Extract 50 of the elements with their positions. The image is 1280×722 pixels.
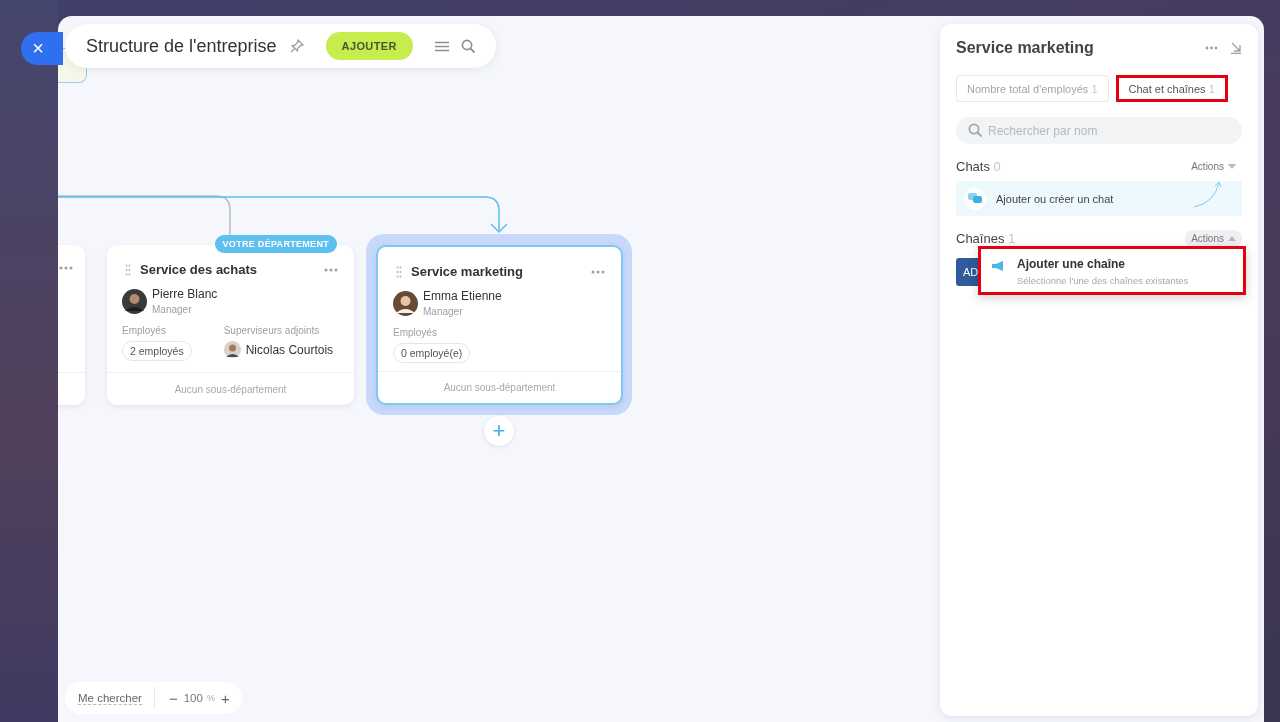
page-title: Structure de l'entreprise bbox=[86, 35, 277, 57]
person-role: Manager bbox=[423, 306, 464, 317]
subdepartment-note: Aucun sous-département bbox=[174, 383, 287, 395]
person-role: Manager bbox=[152, 304, 193, 315]
person-name[interactable]: Nicolas Courtois bbox=[245, 342, 334, 357]
deputies-label: Superviseurs adjoints bbox=[223, 325, 320, 336]
department-badge: VOTRE DÉPARTEMENT bbox=[214, 235, 337, 253]
more-icon[interactable] bbox=[324, 267, 338, 272]
find-me-link[interactable]: Me chercher bbox=[78, 691, 142, 705]
department-name: Service marketing bbox=[411, 264, 524, 279]
employees-label: Employés bbox=[393, 327, 437, 338]
search-icon bbox=[968, 123, 983, 138]
avatar bbox=[393, 290, 418, 316]
megaphone-icon bbox=[992, 261, 1005, 271]
department-name: Service des achats bbox=[140, 262, 259, 277]
pin-icon[interactable] bbox=[288, 38, 305, 54]
more-icon[interactable] bbox=[591, 269, 605, 274]
avatar bbox=[122, 288, 147, 314]
search-icon[interactable] bbox=[460, 38, 476, 54]
avatar bbox=[223, 341, 241, 358]
collapse-icon[interactable] bbox=[1230, 42, 1242, 54]
actions-dropdown[interactable]: Actions bbox=[1185, 158, 1242, 175]
subdepartment-note: Aucun sous-département bbox=[443, 381, 556, 393]
hint-arrow bbox=[1192, 179, 1224, 209]
drag-handle-icon[interactable] bbox=[125, 263, 131, 276]
menu-item[interactable]: Ajouter une chaîne Sélectionne l'une des chaînes existantes bbox=[978, 246, 1246, 295]
menu-item-description: Sélectionne l'une des chaînes existantes bbox=[1017, 275, 1189, 286]
drag-handle-icon[interactable] bbox=[396, 265, 402, 278]
add-chat-item[interactable]: Ajouter ou créer un chat bbox=[956, 181, 1242, 216]
zoom-value: 100 bbox=[183, 692, 203, 704]
person-name[interactable]: Pierre Blanc bbox=[152, 287, 218, 301]
search-field[interactable]: Rechercher par nom bbox=[956, 117, 1242, 144]
zoom-in-button[interactable]: + bbox=[218, 689, 232, 707]
more-icon[interactable] bbox=[1205, 46, 1218, 50]
chat-icon bbox=[964, 187, 986, 210]
section-title: Chats 0 bbox=[956, 159, 1001, 174]
zoom-unit: % bbox=[206, 693, 215, 703]
zoom-out-button[interactable]: − bbox=[166, 689, 180, 707]
section-title: Chaînes 1 bbox=[956, 231, 1016, 246]
employees-label: Employés bbox=[122, 325, 166, 336]
caret-icon bbox=[1228, 236, 1236, 241]
more-icon[interactable] bbox=[59, 266, 73, 270]
menu-item-title: Ajouter une chaîne bbox=[1017, 257, 1127, 271]
caret-icon bbox=[1228, 164, 1236, 169]
add-button[interactable]: AJOUTER bbox=[325, 32, 413, 60]
department-card[interactable]: Service marketing Emma Etienne Manager Employés 0 employé(e) Aucun sous-département bbox=[376, 245, 623, 405]
menu-icon[interactable] bbox=[434, 40, 449, 52]
panel-title: Service marketing bbox=[956, 39, 1095, 57]
person-name[interactable]: Emma Etienne bbox=[423, 289, 502, 303]
close-button[interactable]: × bbox=[21, 32, 63, 65]
